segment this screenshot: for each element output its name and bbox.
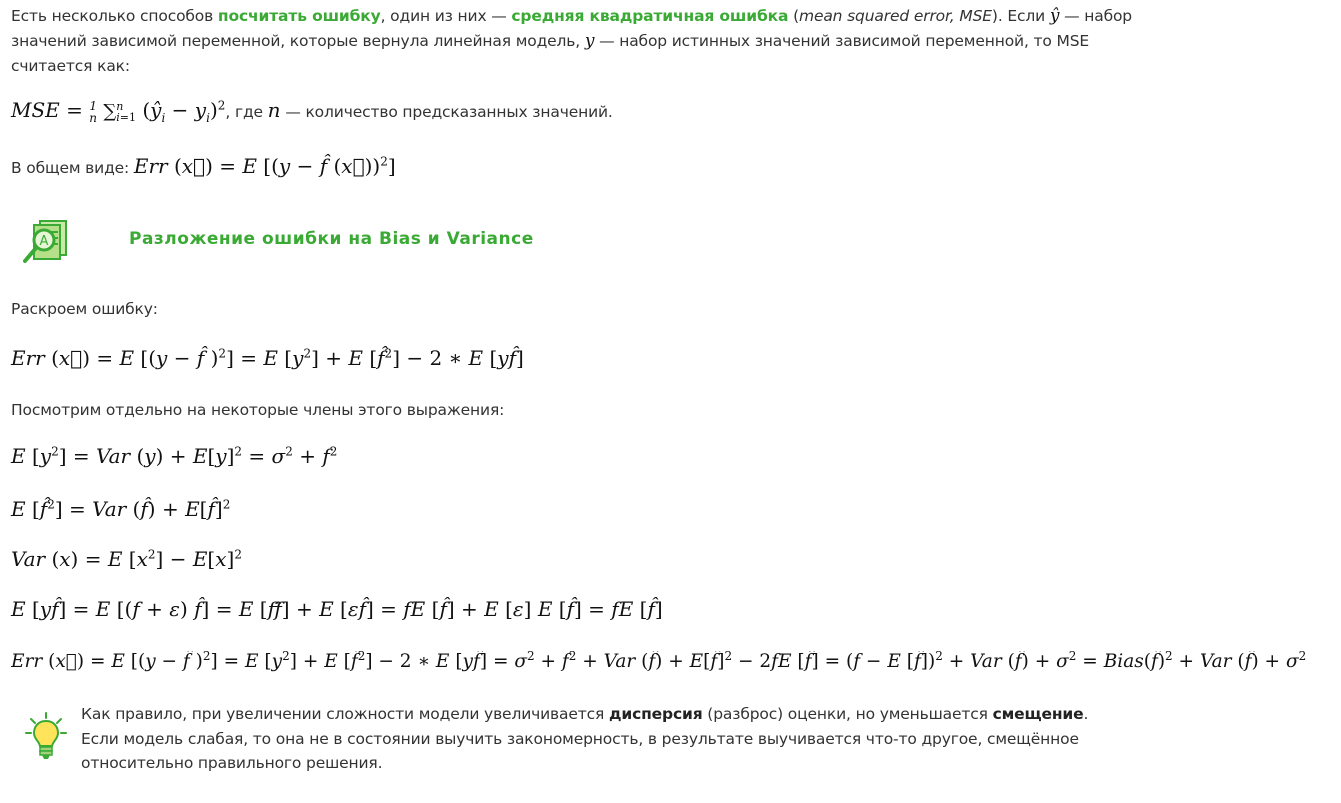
math-yhat: ŷ [1049,6,1060,26]
formula-var-x: Var (x) = E [x2] − E[x]2 [11,547,242,571]
err-expansion-formula: Err (x⃗) = E [(y − f̂ )2] = E [y2] + E [… [11,346,524,370]
book-magnifier-icon: A [23,220,67,263]
link-count-error[interactable]: посчитать ошибку [218,7,381,25]
intro-italic: mean squared error, MSE [799,7,992,25]
intro-line-3: считается как: [11,57,130,75]
intro-line-1: Есть несколько способов посчитать ошибку… [11,4,1132,29]
formula-e-f2: E [f̂2] = Var (f̂) + E[f̂]2 [11,497,231,521]
tip-text-part: (разброс) оценки, но уменьшается [702,705,993,723]
link-mse[interactable]: средняя квадратичная ошибка [511,7,788,25]
mse-tail: , где [225,103,268,121]
intro-text: значений зависимой переменной, которые в… [11,32,585,50]
look-text: Посмотрим отдельно на некоторые члены эт… [11,401,505,419]
intro-text: ). Если [991,7,1050,25]
intro-text: Есть несколько способов [11,7,218,25]
section-heading: Разложение ошибки на Bias и Variance [129,229,534,249]
mse-formula: MSE = 1n ∑n i=1 (ŷi − yi)2, где n — колич… [11,98,613,125]
general-prefix: В общем виде: [11,159,134,177]
tip-bold-bias: смещение [992,705,1084,723]
math-y: y [584,31,595,51]
intro-text: — набор истинных значений зависимой пере… [594,32,1090,50]
intro-text: , один из них — [380,7,512,25]
formula-full-decomposition: Err (x⃗) = E [(y − f̂ )2] = E [y2] + E [… [11,651,1307,672]
tip-text-part: Как правило, при увеличении сложности мо… [81,705,609,723]
tip-text: Как правило, при увеличении сложности мо… [81,702,1111,776]
intro-text: ( [788,7,799,25]
expand-text: Раскроем ошибку: [11,300,158,318]
formula-e-y2: E [y2] = Var (y) + E[y]2 = σ2 + f2 [11,444,338,468]
mse-tail-2: — количество предсказанных значений. [280,103,613,121]
general-form: В общем виде: Err (x⃗) = E [(y − f̂ (x⃗)… [11,154,396,178]
intro-text: — набор [1059,7,1132,25]
svg-text:A: A [40,234,49,249]
formula-e-yf: E [yf̂] = E [(f + ε) f̂] = E [ff̂] + E [… [11,597,663,621]
lightbulb-icon [25,712,67,759]
tip-bold-variance: дисперсия [608,705,703,723]
intro-line-2: значений зависимой переменной, которые в… [11,29,1089,54]
